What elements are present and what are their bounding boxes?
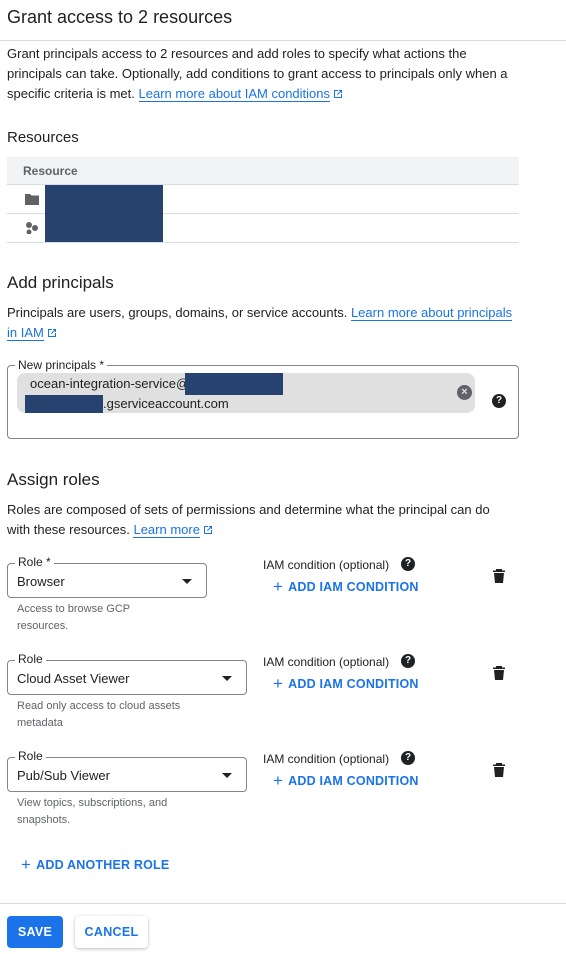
iam-condition-label: IAM condition (optional) (263, 752, 390, 766)
delete-role-icon[interactable] (493, 569, 505, 583)
cancel-button[interactable]: CANCEL (75, 916, 148, 948)
iam-condition-label: IAM condition (optional) (263, 655, 390, 669)
save-button[interactable]: SAVE (7, 916, 63, 948)
intro-line-3: specific criteria is met. Learn more abo… (7, 84, 508, 104)
learn-more-roles-link[interactable]: Learn more (133, 522, 200, 538)
external-link-icon (203, 526, 212, 534)
resources-table: Resource (7, 157, 519, 243)
panel-title: Grant access to 2 resources (7, 7, 233, 27)
principals-desc-text: Principals are users, groups, domains, o… (7, 305, 348, 320)
help-icon[interactable]: ? (401, 557, 415, 571)
help-icon[interactable]: ? (401, 751, 415, 765)
role-label: Role * (15, 555, 54, 569)
plus-icon: + (273, 771, 284, 790)
external-link-icon (47, 329, 56, 337)
role-select[interactable]: Role * Browser (7, 555, 207, 598)
principal-chip[interactable]: ocean-integration-service@ .gserviceacco… (17, 373, 475, 413)
table-row[interactable] (7, 185, 519, 214)
folder-icon (25, 194, 39, 205)
table-row[interactable] (7, 214, 519, 243)
help-icon[interactable]: ? (492, 394, 506, 408)
role-value: Pub/Sub Viewer (17, 768, 110, 783)
add-iam-condition-label: ADD IAM CONDITION (288, 677, 419, 691)
role-select[interactable]: Role Pub/Sub Viewer (7, 749, 247, 792)
principals-desc-line-2: in IAM (7, 323, 512, 343)
redacted-resource-name (45, 214, 163, 242)
intro-line-2: principals can take. Optionally, add con… (7, 66, 508, 81)
principals-desc-line-1: Principals are users, groups, domains, o… (7, 303, 513, 323)
role-hint-line-2: metadata (17, 717, 63, 729)
learn-more-iam-conditions-link[interactable]: Learn more about IAM conditions (138, 86, 330, 102)
redacted-principal-part (25, 395, 103, 413)
dropdown-arrow-icon (222, 676, 232, 681)
roles-description: Roles are composed of sets of permission… (7, 500, 490, 540)
add-iam-condition-button[interactable]: + ADD IAM CONDITION (273, 674, 419, 694)
new-principals-field[interactable]: New principals * ocean-integration-servi… (7, 358, 519, 439)
title-divider (0, 40, 566, 41)
role-hint: Access to browse GCP resources. (17, 601, 130, 635)
role-label: Role (15, 652, 46, 666)
learn-more-principals-link-cont[interactable]: in IAM (7, 325, 44, 341)
plus-icon: + (21, 855, 32, 874)
role-hint-line-2: snapshots. (17, 814, 71, 826)
redacted-resource-name (45, 185, 163, 214)
role-value: Cloud Asset Viewer (17, 671, 130, 686)
dropdown-arrow-icon (182, 579, 192, 584)
help-icon[interactable]: ? (401, 654, 415, 668)
role-hint-line-2: resources. (17, 620, 69, 632)
role-hint-line-1: Access to browse GCP (17, 603, 131, 615)
learn-more-principals-link[interactable]: Learn more about principals (350, 305, 513, 321)
role-hint: Read only access to cloud assets metadat… (17, 698, 180, 732)
add-another-role-label: ADD ANOTHER ROLE (36, 858, 170, 872)
intro-line-1: Grant principals access to 2 resources a… (7, 46, 467, 61)
remove-chip-icon[interactable]: × (457, 385, 472, 400)
plus-icon: + (273, 674, 284, 693)
footer-divider (0, 903, 566, 904)
resources-heading: Resources (7, 129, 79, 146)
resource-column-header: Resource (7, 157, 519, 185)
principal-chip-line-2: .gserviceaccount.com (103, 396, 229, 411)
add-another-role-button[interactable]: + ADD ANOTHER ROLE (21, 855, 169, 875)
delete-role-icon[interactable] (493, 666, 505, 680)
add-iam-condition-button[interactable]: + ADD IAM CONDITION (273, 577, 419, 597)
principal-chip-line-1: ocean-integration-service@ (30, 376, 190, 391)
project-hierarchy-icon (26, 222, 38, 234)
add-iam-condition-button[interactable]: + ADD IAM CONDITION (273, 771, 419, 791)
role-hint: View topics, subscriptions, and snapshot… (17, 795, 167, 829)
external-link-icon (334, 90, 342, 98)
plus-icon: + (273, 577, 284, 596)
principals-description: Principals are users, groups, domains, o… (7, 303, 513, 343)
new-principals-label: New principals * (15, 358, 108, 372)
intro-text: Grant principals access to 2 resources a… (7, 44, 508, 104)
role-hint-line-1: View topics, subscriptions, and (17, 797, 168, 809)
intro-line-3-text: specific criteria is met. (7, 86, 135, 101)
add-iam-condition-label: ADD IAM CONDITION (288, 774, 419, 788)
role-value: Browser (17, 574, 65, 589)
add-principals-heading: Add principals (7, 273, 114, 292)
dropdown-arrow-icon (222, 773, 232, 778)
role-label: Role (15, 749, 46, 763)
roles-desc-line-2: with these resources. Learn more (7, 520, 490, 540)
assign-roles-heading: Assign roles (7, 470, 100, 489)
add-iam-condition-label: ADD IAM CONDITION (288, 580, 419, 594)
iam-condition-label: IAM condition (optional) (263, 558, 390, 572)
role-hint-line-1: Read only access to cloud assets (17, 700, 181, 712)
roles-desc-text: with these resources. (7, 522, 130, 537)
delete-role-icon[interactable] (493, 763, 505, 777)
roles-desc-line-1: Roles are composed of sets of permission… (7, 502, 490, 517)
redacted-principal-part (185, 373, 283, 395)
role-select[interactable]: Role Cloud Asset Viewer (7, 652, 247, 695)
